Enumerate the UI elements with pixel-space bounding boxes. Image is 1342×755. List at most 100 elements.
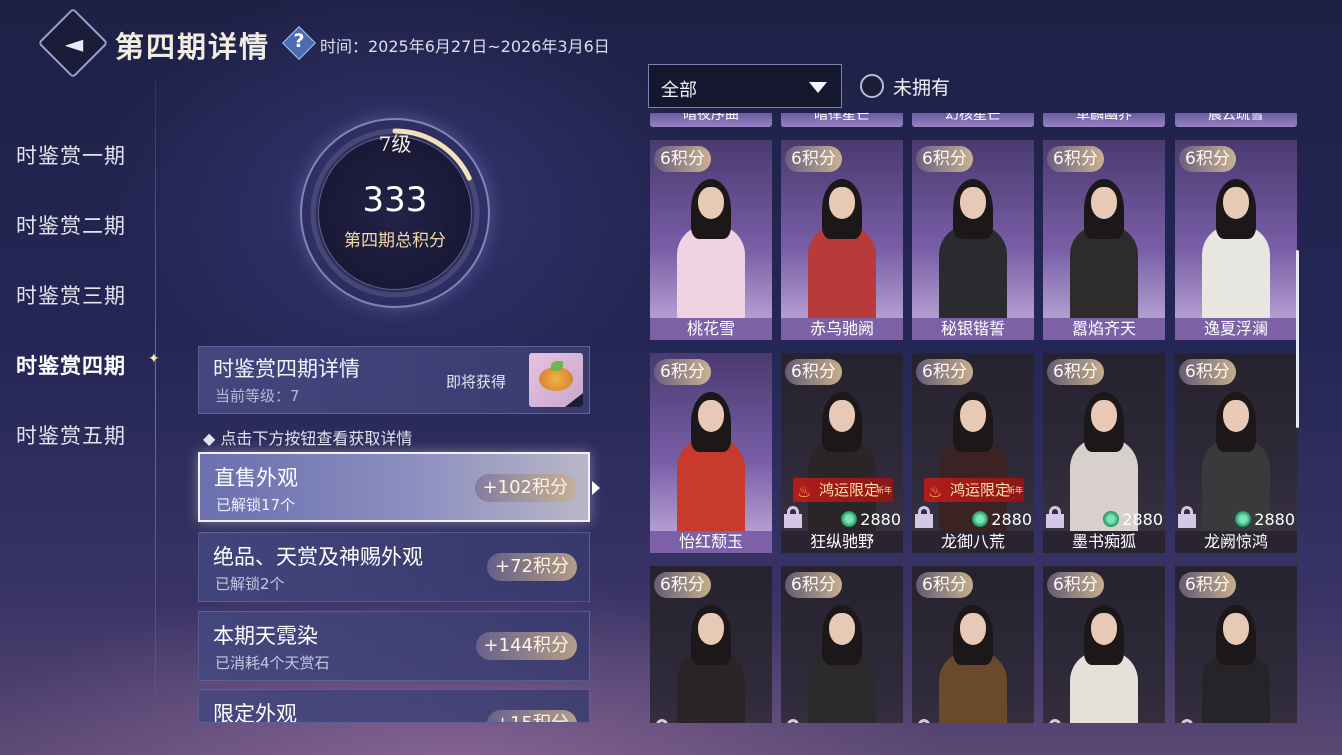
outfit-card[interactable]: 6积分 2880 龙阙惊鸿	[1175, 353, 1297, 553]
lock-icon	[1045, 718, 1065, 723]
outfit-grid: 暗夜序曲 暗律星芒 幻核星芒 革麟幽界 晨云疏雪 6积分 桃花雪 6积分 赤乌驰阙 6积分秘…	[648, 113, 1298, 723]
nav-item-period-5[interactable]: 时鉴赏五期	[16, 420, 126, 450]
outfit-name: 秘银锴誓	[912, 318, 1034, 340]
character-portrait	[1196, 601, 1276, 723]
category-limited[interactable]: 限定外观 +15积分	[198, 689, 590, 723]
question-diamond-icon[interactable]: ?	[282, 26, 316, 60]
outfit-card[interactable]: 6积分赤乌驰阙	[781, 140, 903, 340]
selected-arrow-icon	[592, 481, 600, 495]
limited-tag: 新年	[1007, 486, 1024, 495]
outfit-name: 龙御八荒	[912, 531, 1034, 553]
points-badge: 6积分	[916, 572, 973, 598]
category-premium[interactable]: 绝品、天赏及神赐外观 已解锁2个 +72积分	[198, 532, 590, 602]
outfit-name: 墨书痴狐	[1043, 531, 1165, 553]
category-title: 直售外观	[214, 466, 298, 490]
back-arrow-icon: ◄	[64, 30, 84, 58]
character-portrait	[671, 175, 751, 325]
outfit-card-partial[interactable]: 晨云疏雪	[1175, 113, 1297, 127]
points-badge: 6积分	[1047, 359, 1104, 385]
period-detail-card[interactable]: 时鉴赏四期详情 当前等级：7 即将获得	[198, 346, 590, 414]
caret-down-icon	[809, 82, 827, 93]
outfit-card[interactable]: 6积分 秘银锴誓	[912, 140, 1034, 340]
category-points: +72积分	[487, 553, 577, 581]
character-portrait	[933, 175, 1013, 325]
page-title: 第四期详情	[115, 30, 271, 64]
category-title: 本期天霓染	[213, 624, 318, 648]
points-badge: 6积分	[1047, 146, 1104, 172]
filter-value: 全部	[661, 80, 697, 101]
outfit-card[interactable]: 6积分 ♨ 鸿运限定 新年 2880 狂纵驰野	[781, 353, 903, 553]
category-sub: 已解锁2个	[215, 575, 285, 593]
jade-currency-icon	[972, 511, 989, 527]
outfit-card[interactable]: 6积分 ♨ 鸿运限定 新年 2880 龙御八荒	[912, 353, 1034, 553]
category-sub: 已消耗4个天赏石	[215, 654, 330, 672]
points-badge: 6积分	[1179, 572, 1236, 598]
points-badge: 6积分	[654, 359, 711, 385]
current-level: 当前等级：7	[215, 387, 300, 405]
nav-divider	[155, 80, 156, 695]
upcoming-reward-label: 即将获得	[446, 373, 507, 391]
outfit-card[interactable]: 6积分	[912, 566, 1034, 723]
lock-icon	[1045, 505, 1065, 529]
outfit-name: 桃花雪	[650, 318, 772, 340]
total-score-label: 第四期总积分	[344, 231, 446, 251]
limited-label: 鸿运限定	[819, 481, 880, 499]
outfit-name: 赤乌驰阙	[781, 318, 903, 340]
flame-icon: ♨	[797, 482, 812, 501]
points-badge: 6积分	[785, 146, 842, 172]
category-points: +102积分	[474, 474, 576, 502]
lock-icon	[1177, 718, 1197, 723]
outfit-card-partial[interactable]: 革麟幽界	[1043, 113, 1165, 127]
outfit-card-partial[interactable]: 暗律星芒	[781, 113, 903, 127]
lock-icon	[914, 505, 934, 529]
limited-badge: ♨ 鸿运限定 新年	[924, 478, 1025, 502]
points-badge: 6积分	[1047, 572, 1104, 598]
category-points: +15积分	[487, 710, 577, 722]
character-portrait	[933, 601, 1013, 723]
category-direct-sale[interactable]: 直售外观 已解锁17个 +102积分	[198, 452, 590, 522]
lock-icon	[783, 718, 803, 723]
character-portrait	[671, 601, 751, 723]
category-dye[interactable]: 本期天霓染 已消耗4个天赏石 +144积分	[198, 611, 590, 681]
character-portrait	[802, 601, 882, 723]
character-portrait	[802, 175, 882, 325]
outfit-card[interactable]: 6积分	[781, 566, 903, 723]
points-badge: 6积分	[916, 359, 973, 385]
points-badge: 6积分	[785, 572, 842, 598]
nav-item-period-2[interactable]: 时鉴赏二期	[16, 210, 126, 240]
price: 2880	[972, 510, 1032, 529]
outfit-card[interactable]: 6积分 2880 墨书痴狐	[1043, 353, 1165, 553]
nav-item-period-4[interactable]: 时鉴赏四期	[16, 350, 126, 380]
grid-scrollbar[interactable]	[1296, 250, 1299, 428]
character-portrait	[671, 388, 751, 538]
outfit-name: 逸夏浮澜	[1175, 318, 1297, 340]
jade-currency-icon	[1103, 511, 1120, 527]
period-time: 时间：2025年6月27日~2026年3月6日	[320, 37, 610, 56]
total-score: 333	[362, 180, 428, 220]
outfit-card[interactable]: 6积分	[1043, 566, 1165, 723]
lock-icon	[1177, 505, 1197, 529]
jade-currency-icon	[841, 511, 858, 527]
not-owned-toggle[interactable]	[860, 74, 884, 98]
character-portrait	[1064, 601, 1144, 723]
reward-food-icon[interactable]	[529, 353, 583, 407]
outfit-name: 龙阙惊鸿	[1175, 531, 1297, 553]
outfit-card-partial[interactable]: 暗夜序曲	[650, 113, 772, 127]
filter-dropdown[interactable]: 全部	[648, 64, 842, 108]
not-owned-label[interactable]: 未拥有	[893, 73, 950, 100]
points-badge: 6积分	[1179, 146, 1236, 172]
outfit-card-partial[interactable]: 幻核星芒	[912, 113, 1034, 127]
outfit-card[interactable]: 6积分 桃花雪	[650, 140, 772, 340]
outfit-card[interactable]: 6积分 嚣焰齐天	[1043, 140, 1165, 340]
nav-item-period-1[interactable]: 时鉴赏一期	[16, 140, 126, 170]
points-badge: 6积分	[785, 359, 842, 385]
outfit-card[interactable]: 6积分逸夏浮澜	[1175, 140, 1297, 340]
outfit-card[interactable]: 6积分	[1175, 566, 1297, 723]
outfit-card[interactable]: 6积分 怡红颓玉	[650, 353, 772, 553]
level-label: 7级	[378, 132, 412, 156]
lock-icon	[652, 718, 672, 723]
nav-item-period-3[interactable]: 时鉴赏三期	[16, 280, 126, 310]
category-points: +144积分	[475, 632, 577, 660]
outfit-card[interactable]: 6积分	[650, 566, 772, 723]
active-marker-icon: ✦	[148, 351, 160, 367]
